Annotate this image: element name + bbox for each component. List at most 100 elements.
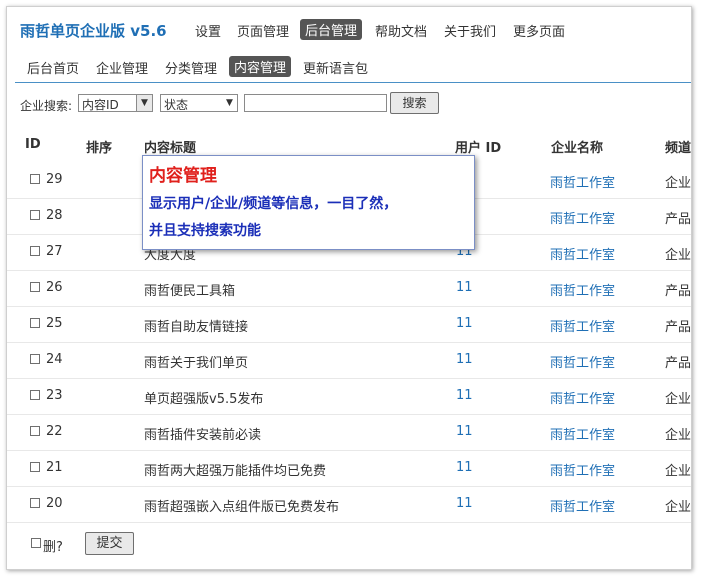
row-title[interactable]: 雨哲便民工具箱: [144, 280, 235, 299]
row-company[interactable]: 雨哲工作室: [550, 280, 615, 299]
row-id: 29: [46, 172, 63, 187]
row-company[interactable]: 雨哲工作室: [550, 316, 615, 335]
callout-title: 内容管理: [149, 166, 217, 186]
row-title[interactable]: 雨哲两大超强万能插件均已免费: [144, 460, 326, 479]
row-id: 23: [46, 388, 63, 403]
row-checkbox[interactable]: [30, 246, 40, 256]
search-label: 企业搜索:: [20, 99, 73, 113]
row-checkbox[interactable]: [30, 354, 40, 364]
divider: [15, 82, 691, 83]
row-company[interactable]: 雨哲工作室: [550, 424, 615, 443]
row-title[interactable]: 雨哲超强嵌入点组件版已免费发布: [144, 496, 339, 515]
row-title[interactable]: 雨哲插件安装前必读: [144, 424, 261, 443]
table-row: 26 雨哲便民工具箱 11 雨哲工作室 产品: [7, 270, 691, 307]
tab-category-management[interactable]: 分类管理: [165, 58, 217, 77]
row-company[interactable]: 雨哲工作室: [550, 496, 615, 515]
row-user-id[interactable]: 11: [456, 388, 473, 403]
row-company[interactable]: 雨哲工作室: [550, 388, 615, 407]
row-company[interactable]: 雨哲工作室: [550, 352, 615, 371]
row-channel: 企业: [665, 392, 692, 407]
window-frame: 雨哲单页企业版 v5.6 设置 页面管理 后台管理 帮助文档 关于我们 更多页面…: [6, 6, 692, 570]
row-checkbox[interactable]: [30, 426, 40, 436]
row-checkbox[interactable]: [30, 210, 40, 220]
row-checkbox[interactable]: [30, 498, 40, 508]
row-channel: 企业: [665, 248, 692, 263]
status-select-value: 状态: [164, 98, 189, 112]
row-channel: 企业: [665, 464, 692, 479]
col-user-id: 用户 ID: [455, 141, 502, 156]
row-checkbox[interactable]: [30, 318, 40, 328]
row-company[interactable]: 雨哲工作室: [550, 244, 615, 263]
chevron-down-icon: ▼: [226, 98, 233, 108]
table-row: 20 雨哲超强嵌入点组件版已免费发布 11 雨哲工作室 企业: [7, 486, 691, 523]
col-company: 企业名称: [551, 141, 604, 156]
feature-callout: 内容管理 显示用户/企业/频道等信息，一目了然， 并且支持搜索功能: [142, 155, 475, 250]
col-title: 内容标题: [144, 141, 197, 156]
row-title[interactable]: 单页超强版v5.5发布: [144, 388, 263, 407]
col-id: ID: [25, 137, 41, 152]
row-checkbox[interactable]: [30, 462, 40, 472]
row-id: 21: [46, 460, 63, 475]
tab-company-management[interactable]: 企业管理: [96, 58, 148, 77]
row-channel: 企业: [665, 428, 692, 443]
chevron-down-icon: ▼: [136, 95, 152, 111]
search-bar: 企业搜索: 内容ID ▼ 状态 ▼ 搜索: [20, 92, 691, 116]
row-id: 28: [46, 208, 63, 223]
submit-button[interactable]: 提交: [85, 532, 134, 555]
row-channel: 产品: [665, 320, 692, 335]
table-row: 22 雨哲插件安装前必读 11 雨哲工作室 企业: [7, 414, 691, 451]
row-checkbox[interactable]: [30, 174, 40, 184]
row-title[interactable]: 雨哲关于我们单页: [144, 352, 248, 371]
callout-line-2: 并且支持搜索功能: [149, 223, 261, 239]
row-id: 27: [46, 244, 63, 259]
nav-page-management[interactable]: 页面管理: [237, 21, 289, 40]
nav-admin[interactable]: 后台管理: [300, 19, 363, 40]
row-channel: 产品: [665, 284, 692, 299]
callout-line-1: 显示用户/企业/频道等信息，一目了然，: [149, 196, 398, 212]
table-row: 24 雨哲关于我们单页 11 雨哲工作室 产品: [7, 342, 691, 379]
nav-about-us[interactable]: 关于我们: [444, 21, 496, 40]
sub-nav: 后台首页 企业管理 分类管理 内容管理 更新语言包: [7, 54, 691, 78]
table-row: 23 单页超强版v5.5发布 11 雨哲工作室 企业: [7, 378, 691, 415]
delete-label: 删?: [43, 540, 63, 555]
row-company[interactable]: 雨哲工作室: [550, 172, 615, 191]
table-footer: 删? 提交: [7, 529, 691, 559]
row-user-id[interactable]: 11: [456, 424, 473, 439]
row-user-id[interactable]: 11: [456, 496, 473, 511]
search-field-select[interactable]: 内容ID ▼: [78, 94, 153, 112]
status-select[interactable]: 状态 ▼: [160, 94, 238, 112]
table-row: 25 雨哲自助友情链接 11 雨哲工作室 产品: [7, 306, 691, 343]
search-input[interactable]: [244, 94, 387, 112]
nav-more-pages[interactable]: 更多页面: [513, 21, 565, 40]
row-channel: 产品: [665, 212, 692, 227]
search-button[interactable]: 搜索: [390, 92, 439, 114]
nav-help-docs[interactable]: 帮助文档: [375, 21, 427, 40]
nav-settings[interactable]: 设置: [195, 21, 221, 40]
row-id: 26: [46, 280, 63, 295]
row-id: 20: [46, 496, 63, 511]
tab-content-management[interactable]: 内容管理: [229, 56, 292, 77]
row-channel: 产品: [665, 356, 692, 371]
row-company[interactable]: 雨哲工作室: [550, 208, 615, 227]
tab-admin-home[interactable]: 后台首页: [27, 58, 79, 77]
search-field-value: 内容ID: [82, 98, 119, 112]
row-user-id[interactable]: 11: [456, 280, 473, 295]
row-title[interactable]: 雨哲自助友情链接: [144, 316, 248, 335]
row-user-id[interactable]: 11: [456, 316, 473, 331]
table-row: 21 雨哲两大超强万能插件均已免费 11 雨哲工作室 企业: [7, 450, 691, 487]
row-checkbox[interactable]: [30, 282, 40, 292]
col-channel: 频道: [665, 141, 692, 156]
tab-update-language-pack[interactable]: 更新语言包: [303, 58, 368, 77]
brand-title: 雨哲单页企业版 v5.6: [20, 22, 167, 40]
row-user-id[interactable]: 11: [456, 352, 473, 367]
row-id: 25: [46, 316, 63, 331]
row-checkbox[interactable]: [30, 390, 40, 400]
row-user-id[interactable]: 11: [456, 460, 473, 475]
row-company[interactable]: 雨哲工作室: [550, 460, 615, 479]
row-id: 22: [46, 424, 63, 439]
row-id: 24: [46, 352, 63, 367]
top-nav: 雨哲单页企业版 v5.6 设置 页面管理 后台管理 帮助文档 关于我们 更多页面: [7, 17, 691, 43]
row-channel: 企业: [665, 500, 692, 515]
delete-checkbox[interactable]: [31, 538, 41, 548]
row-channel: 企业: [665, 176, 692, 191]
